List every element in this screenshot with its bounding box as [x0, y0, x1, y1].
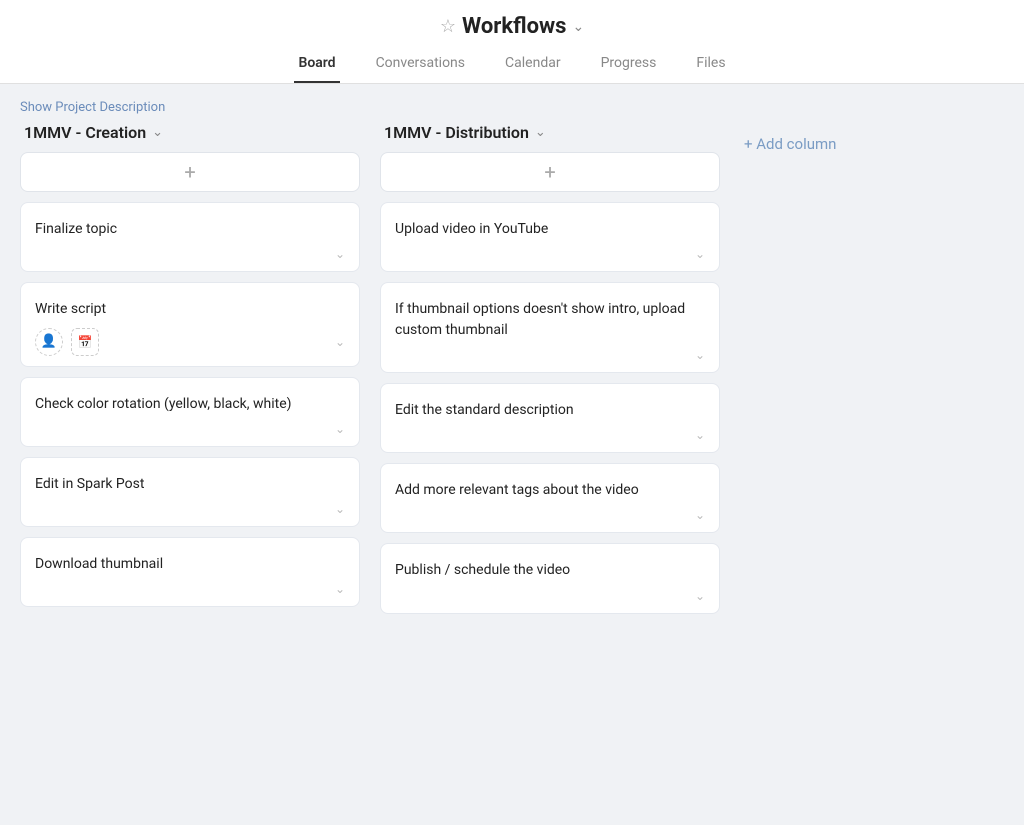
title-chevron-icon[interactable]: ⌄ [572, 19, 584, 35]
card-footer: ⌄ [35, 582, 345, 596]
card-footer: ⌄ [395, 348, 705, 362]
card-title: Finalize topic [35, 219, 345, 239]
card-footer: ⌄ [395, 428, 705, 442]
card-expand-chevron-icon[interactable]: ⌄ [335, 582, 345, 596]
header-title-row: ☆ Workflows ⌄ [0, 0, 1024, 39]
card-title: Add more relevant tags about the video [395, 480, 705, 500]
card-expand-chevron-icon[interactable]: ⌄ [335, 502, 345, 516]
tab-conversations[interactable]: Conversations [372, 47, 469, 83]
add-card-button-distribution[interactable]: + [380, 152, 720, 192]
list-item[interactable]: Edit in Spark Post ⌄ [20, 457, 360, 527]
list-item[interactable]: Finalize topic ⌄ [20, 202, 360, 272]
tab-board[interactable]: Board [294, 47, 339, 83]
card-title: If thumbnail options doesn't show intro,… [395, 299, 705, 340]
tab-calendar[interactable]: Calendar [501, 47, 565, 83]
card-title: Check color rotation (yellow, black, whi… [35, 394, 345, 414]
card-footer: ⌄ [395, 589, 705, 603]
column-distribution: 1MMV - Distribution ⌄ + Upload video in You… [380, 123, 720, 624]
tab-progress[interactable]: Progress [597, 47, 661, 83]
card-footer: 👤📅⌄ [35, 328, 345, 356]
card-expand-chevron-icon[interactable]: ⌄ [335, 335, 345, 349]
column-title-creation: 1MMV - Creation [24, 123, 146, 142]
column-creation: 1MMV - Creation ⌄ + Finalize topic ⌄ Write sc… [20, 123, 360, 617]
page-title: Workflows [462, 14, 567, 39]
tab-files[interactable]: Files [692, 47, 729, 83]
show-project-description-link[interactable]: Show Project Description [20, 100, 165, 115]
card-expand-chevron-icon[interactable]: ⌄ [695, 247, 705, 261]
card-expand-chevron-icon[interactable]: ⌄ [335, 247, 345, 261]
subheader: Show Project Description [0, 84, 1024, 123]
list-item[interactable]: Publish / schedule the video ⌄ [380, 543, 720, 613]
card-footer: ⌄ [35, 247, 345, 261]
star-icon[interactable]: ☆ [440, 16, 456, 37]
column-header-distribution: 1MMV - Distribution ⌄ [380, 123, 720, 152]
column-title-distribution: 1MMV - Distribution [384, 123, 529, 142]
calendar-icon[interactable]: 📅 [71, 328, 99, 356]
column-chevron-distribution[interactable]: ⌄ [535, 125, 546, 140]
card-footer: ⌄ [395, 247, 705, 261]
card-title: Publish / schedule the video [395, 560, 705, 580]
card-title: Upload video in YouTube [395, 219, 705, 239]
add-card-button-creation[interactable]: + [20, 152, 360, 192]
list-item[interactable]: Download thumbnail ⌄ [20, 537, 360, 607]
board: 1MMV - Creation ⌄ + Finalize topic ⌄ Write sc… [0, 123, 1024, 644]
card-expand-chevron-icon[interactable]: ⌄ [335, 422, 345, 436]
list-item[interactable]: Upload video in YouTube ⌄ [380, 202, 720, 272]
card-title: Edit in Spark Post [35, 474, 345, 494]
nav-tabs: Board Conversations Calendar Progress Files [0, 39, 1024, 83]
card-assignees: 👤📅 [35, 328, 335, 356]
card-expand-chevron-icon[interactable]: ⌄ [695, 348, 705, 362]
list-item[interactable]: If thumbnail options doesn't show intro,… [380, 282, 720, 373]
card-expand-chevron-icon[interactable]: ⌄ [695, 428, 705, 442]
column-header-creation: 1MMV - Creation ⌄ [20, 123, 360, 152]
card-title: Write script [35, 299, 345, 319]
card-footer: ⌄ [35, 502, 345, 516]
avatar-icon[interactable]: 👤 [35, 328, 63, 356]
card-footer: ⌄ [35, 422, 345, 436]
card-expand-chevron-icon[interactable]: ⌄ [695, 589, 705, 603]
add-column-button[interactable]: + Add column [740, 123, 840, 153]
list-item[interactable]: Add more relevant tags about the video ⌄ [380, 463, 720, 533]
card-title: Download thumbnail [35, 554, 345, 574]
card-expand-chevron-icon[interactable]: ⌄ [695, 508, 705, 522]
list-item[interactable]: Check color rotation (yellow, black, whi… [20, 377, 360, 447]
list-item[interactable]: Write script👤📅⌄ [20, 282, 360, 366]
list-item[interactable]: Edit the standard description ⌄ [380, 383, 720, 453]
page-header: ☆ Workflows ⌄ Board Conversations Calendar… [0, 0, 1024, 84]
card-title: Edit the standard description [395, 400, 705, 420]
card-footer: ⌄ [395, 508, 705, 522]
add-column-label: + Add column [740, 123, 840, 153]
column-chevron-creation[interactable]: ⌄ [152, 125, 163, 140]
